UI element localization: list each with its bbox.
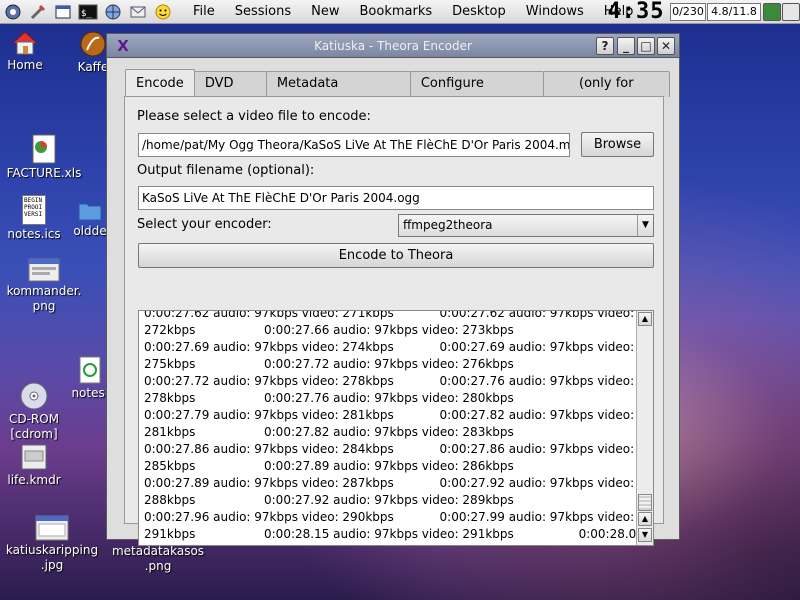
maximize-button[interactable]: □ — [637, 37, 655, 55]
output-filename-label: Output filename (optional): — [137, 163, 315, 178]
spreadsheet-icon — [30, 134, 58, 164]
log-line: 0:00:27.69 audio: 97kbps video: 274kbps … — [144, 340, 635, 354]
terminal-icon[interactable]: $_ — [76, 1, 100, 23]
window-title: Katiuska - Theora Encoder — [314, 39, 472, 53]
kaffe-icon — [79, 30, 107, 58]
encoder-label: Select your encoder: — [137, 217, 272, 232]
minimize-button[interactable]: _ — [617, 37, 635, 55]
log-line: 0:00:27.72 audio: 97kbps video: 278kbps … — [144, 374, 635, 388]
chevron-down-icon[interactable]: ▼ — [637, 215, 653, 236]
encoding-log[interactable]: 0:00:27.62 audio: 97kbps video: 271kbps … — [138, 310, 654, 546]
menu-windows[interactable]: Windows — [516, 1, 594, 23]
desktop-icon-notes[interactable]: notes. — [70, 356, 110, 401]
browse-button[interactable]: Browse — [581, 132, 654, 157]
menu-bookmarks[interactable]: Bookmarks — [350, 1, 443, 23]
smiley-icon[interactable] — [151, 1, 175, 23]
kde-icon[interactable] — [1, 1, 25, 23]
log-line: 0:00:27.62 audio: 97kbps video: 271kbps … — [144, 310, 635, 320]
script-file-icon — [20, 443, 48, 471]
menu-desktop[interactable]: Desktop — [442, 1, 516, 23]
menu-bar: File Sessions New Bookmarks Desktop Wind… — [183, 1, 643, 23]
menu-file[interactable]: File — [183, 1, 225, 23]
desktop-icon-cdrom[interactable]: CD-ROM [cdrom] — [4, 382, 64, 442]
theora-encoder-window: X Katiuska - Theora Encoder ? _ □ ✕ Enco… — [106, 33, 680, 546]
log-line: 281kbps 0:00:27.82 audio: 97kbps video: … — [144, 425, 514, 439]
screenshot-file-icon — [35, 515, 69, 541]
encoder-select-value: ffmpeg2theora — [403, 218, 493, 232]
output-filename-input[interactable]: KaSoS LiVe At ThE FlèChE D'Or Paris 2004… — [138, 186, 654, 210]
log-line: 0:00:27.89 audio: 97kbps video: 287kbps … — [144, 476, 635, 490]
scroll-up-arrow-icon[interactable]: ▲ — [638, 312, 652, 326]
log-line: 0:00:27.79 audio: 97kbps video: 281kbps … — [144, 408, 635, 422]
log-line: 285kbps 0:00:27.89 audio: 97kbps video: … — [144, 459, 514, 473]
cpu-meter: 0/230 — [670, 3, 706, 21]
desktop-icon-oldde[interactable]: oldde — [70, 198, 110, 239]
home-icon — [11, 30, 39, 56]
tray-monitor-icon[interactable] — [782, 3, 800, 21]
encode-to-theora-button[interactable]: Encode to Theora — [138, 243, 654, 268]
svg-text:$_: $_ — [81, 9, 92, 19]
log-line: 278kbps 0:00:27.76 audio: 97kbps video: … — [144, 391, 514, 405]
close-button[interactable]: ✕ — [657, 37, 675, 55]
browser-icon[interactable] — [101, 1, 125, 23]
scroll-thumb[interactable] — [638, 494, 652, 511]
clock[interactable]: 4:35 — [603, 0, 669, 24]
log-line: 288kbps 0:00:27.92 audio: 97kbps video: … — [144, 493, 514, 507]
tray-network-icon[interactable] — [763, 3, 781, 21]
tab-configure-encoding[interactable]: Configure Encoding — [409, 71, 544, 115]
mail-icon[interactable] — [126, 1, 150, 23]
image-file-icon — [28, 258, 60, 282]
desktop-icon-kaffe[interactable]: Kaffe — [76, 30, 110, 75]
desktop-icon-katiuskaripping[interactable]: katiuskaripping .jpg — [4, 515, 100, 573]
text-file-icon: BEGIN PROOI VERSI — [22, 195, 46, 225]
menu-sessions[interactable]: Sessions — [225, 1, 301, 23]
log-scrollbar[interactable]: ▲ ▲ ▼ — [636, 311, 653, 545]
help-button[interactable]: ? — [596, 37, 614, 55]
recycle-file-icon — [78, 356, 102, 384]
desktop-icon-home[interactable]: Home — [2, 30, 48, 73]
scroll-up-arrow-icon[interactable]: ▲ — [638, 512, 652, 526]
menu-new[interactable]: New — [301, 1, 349, 23]
desktop-icon-metadatakasos[interactable]: metadatakasos .png — [106, 544, 210, 574]
tab-experts[interactable]: (only for experts!) — [542, 71, 670, 115]
window-icon[interactable] — [51, 1, 75, 23]
folder-icon — [77, 198, 103, 222]
video-file-input[interactable]: /home/pat/My Ogg Theora/KaSoS LiVe At Th… — [138, 133, 570, 157]
scroll-down-arrow-icon[interactable]: ▼ — [638, 528, 652, 542]
encoder-select[interactable]: ffmpeg2theora ▼ — [398, 214, 654, 237]
top-panel: $_ File Sessions New Bookmarks Desktop W… — [0, 0, 800, 24]
log-line: 0:00:27.96 audio: 97kbps video: 290kbps … — [144, 510, 635, 524]
tab-encode[interactable]: Encode — [125, 69, 195, 97]
log-line: 272kbps 0:00:27.66 audio: 97kbps video: … — [144, 323, 514, 337]
load-meter: 4.8/11.8 — [707, 3, 761, 21]
log-line: 275kbps 0:00:27.72 audio: 97kbps video: … — [144, 357, 514, 371]
desktop-icon-life-kmdr[interactable]: life.kmdr — [4, 443, 64, 488]
log-line: 0:00:27.86 audio: 97kbps video: 284kbps … — [144, 442, 635, 456]
encode-pane: Please select a video file to encode: /h… — [124, 96, 664, 546]
desktop-icon-kommander[interactable]: kommander. png — [4, 258, 84, 314]
title-bar[interactable]: X Katiuska - Theora Encoder ? _ □ ✕ — [107, 34, 679, 58]
tools-icon[interactable] — [26, 1, 50, 23]
log-line: 291kbps 0:00:28.15 audio: 97kbps video: … — [144, 527, 644, 541]
tab-dvd-rip[interactable]: DVD Rip — [193, 71, 267, 115]
tab-metadata[interactable]: Metadata information — [265, 71, 411, 115]
desktop-icon-facture[interactable]: FACTURE.xls — [4, 134, 84, 181]
tab-bar: Encode DVD Rip Metadata information Conf… — [125, 69, 670, 115]
desktop-icon-notes-ics[interactable]: BEGIN PROOI VERSI notes.ics — [4, 195, 64, 242]
log-text: 0:00:27.62 audio: 97kbps video: 271kbps … — [144, 310, 644, 543]
video-file-label: Please select a video file to encode: — [137, 109, 371, 124]
cdrom-icon — [20, 382, 48, 410]
